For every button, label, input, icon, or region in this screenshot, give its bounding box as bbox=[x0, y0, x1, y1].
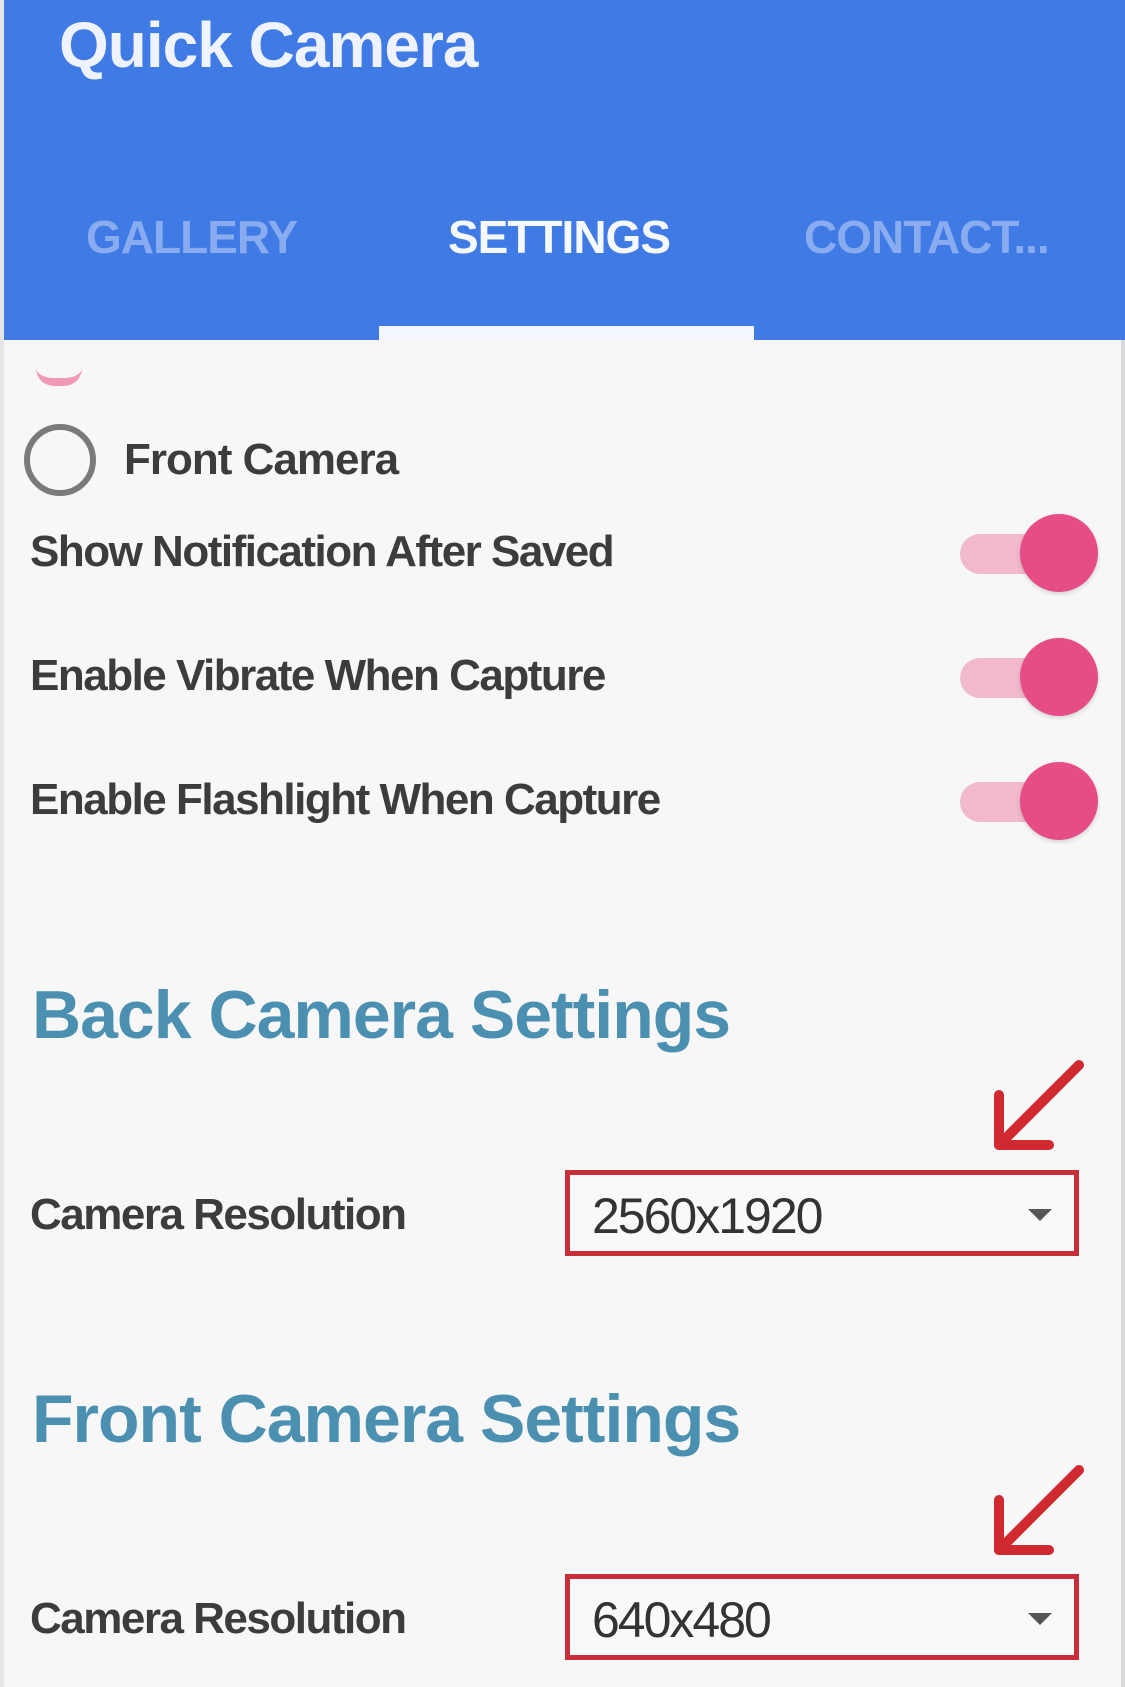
toggle-thumb bbox=[1020, 514, 1098, 592]
front-camera-radio-row[interactable]: Front Camera bbox=[24, 420, 399, 500]
annotation-arrow-icon bbox=[994, 1465, 1084, 1555]
front-camera-resolution-label: Camera Resolution bbox=[30, 1594, 407, 1643]
active-tab-indicator bbox=[379, 326, 754, 340]
show-notification-row[interactable]: Show Notification After Saved bbox=[30, 512, 1100, 592]
back-camera-settings-heading: Back Camera Settings bbox=[32, 977, 731, 1053]
enable-vibrate-row[interactable]: Enable Vibrate When Capture bbox=[30, 636, 1100, 716]
show-notification-label: Show Notification After Saved bbox=[30, 527, 615, 576]
enable-vibrate-label: Enable Vibrate When Capture bbox=[30, 651, 606, 700]
front-camera-settings-heading: Front Camera Settings bbox=[32, 1381, 741, 1457]
back-camera-resolution-value: 2560x1920 bbox=[592, 1188, 823, 1244]
settings-content[interactable]: Front Camera Show Notification After Sav… bbox=[4, 340, 1125, 1687]
dropdown-caret-icon bbox=[1028, 1613, 1052, 1625]
front-camera-resolution-row: Camera Resolution 640x480 bbox=[30, 1574, 1110, 1664]
app-title: Quick Camera bbox=[59, 9, 478, 81]
enable-flashlight-row[interactable]: Enable Flashlight When Capture bbox=[30, 760, 1100, 840]
tab-gallery[interactable]: GALLERY bbox=[86, 210, 298, 264]
enable-vibrate-toggle[interactable] bbox=[960, 636, 1100, 716]
front-camera-radio-label: Front Camera bbox=[124, 435, 399, 484]
front-camera-resolution-value: 640x480 bbox=[592, 1592, 772, 1648]
back-camera-resolution-row: Camera Resolution 2560x1920 bbox=[30, 1170, 1110, 1260]
app-bar: Quick Camera GALLERY SETTINGS CONTACT... bbox=[4, 0, 1125, 340]
tab-bar: GALLERY SETTINGS CONTACT... bbox=[4, 190, 1125, 340]
tab-contact[interactable]: CONTACT... bbox=[804, 210, 1050, 264]
back-camera-resolution-label: Camera Resolution bbox=[30, 1190, 407, 1239]
show-notification-toggle[interactable] bbox=[960, 512, 1100, 592]
annotation-arrow-icon bbox=[994, 1060, 1084, 1150]
screen: Quick Camera GALLERY SETTINGS CONTACT...… bbox=[0, 0, 1125, 1687]
front-camera-resolution-select[interactable]: 640x480 bbox=[565, 1574, 1079, 1660]
toggle-thumb bbox=[1020, 638, 1098, 716]
radio-unchecked-icon[interactable] bbox=[24, 424, 96, 496]
back-camera-resolution-select[interactable]: 2560x1920 bbox=[565, 1170, 1079, 1256]
tab-settings[interactable]: SETTINGS bbox=[448, 210, 671, 264]
partial-radio-fragment bbox=[36, 368, 82, 386]
enable-flashlight-toggle[interactable] bbox=[960, 760, 1100, 840]
dropdown-caret-icon bbox=[1028, 1209, 1052, 1221]
toggle-thumb bbox=[1020, 762, 1098, 840]
enable-flashlight-label: Enable Flashlight When Capture bbox=[30, 775, 661, 824]
